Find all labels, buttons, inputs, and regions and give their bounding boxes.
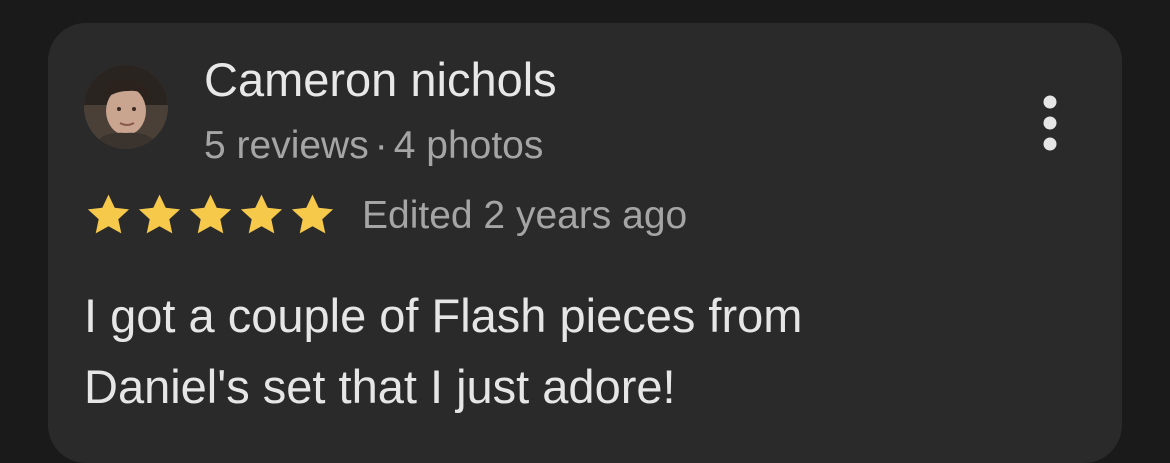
star-icon <box>189 194 232 234</box>
star-icon <box>138 194 181 234</box>
star-icon <box>291 194 334 234</box>
review-text: I got a couple of Flash pieces from Dani… <box>84 289 803 413</box>
reviews-count: 5 reviews <box>204 124 369 167</box>
avatar[interactable] <box>84 65 168 149</box>
meta-separator: · <box>374 124 388 167</box>
photos-count: 4 photos <box>393 124 544 167</box>
more-vertical-icon <box>1043 95 1057 151</box>
author-meta: 5 reviews · 4 photos <box>204 121 543 171</box>
avatar-photo <box>84 65 168 149</box>
star-icon <box>240 194 283 234</box>
more-options-button[interactable] <box>1030 94 1070 152</box>
author-name[interactable]: Cameron nichols <box>204 50 557 110</box>
edited-timestamp: Edited 2 years ago <box>362 194 688 237</box>
star-icon <box>87 194 130 234</box>
star-rating <box>84 191 337 239</box>
